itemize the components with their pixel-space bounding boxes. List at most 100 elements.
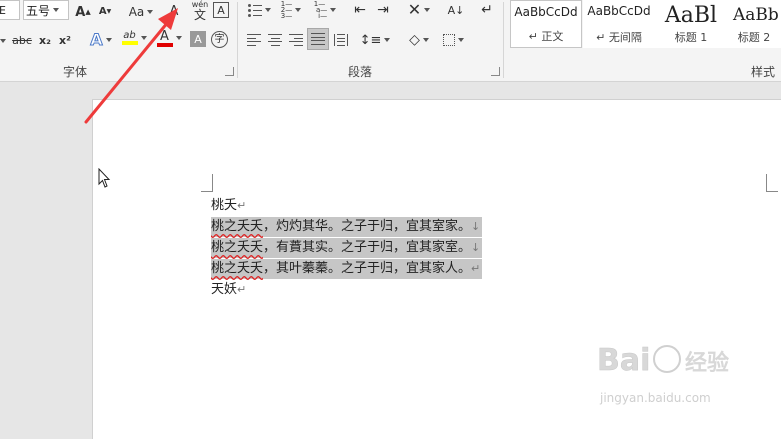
sort-icon: A↓ bbox=[447, 3, 465, 17]
document-line[interactable]: 桃之夭夭，灼灼其华。之子于归，宜其室家。↓ bbox=[211, 217, 483, 237]
superscript-label: x² bbox=[59, 33, 71, 47]
distributed-button[interactable] bbox=[331, 30, 351, 50]
paragraph-mark-icon: ↵ bbox=[237, 199, 247, 212]
align-right-button[interactable] bbox=[286, 30, 306, 50]
align-left-button[interactable] bbox=[244, 30, 264, 50]
font-size-combo[interactable]: 五号 bbox=[23, 0, 69, 20]
decrease-indent-icon: ⇤ bbox=[354, 2, 366, 18]
margin-corner-right bbox=[766, 174, 778, 192]
style-no-spacing[interactable]: AaBbCcDd ↵ 无间隔 bbox=[583, 0, 655, 48]
clear-formatting-icon: A bbox=[169, 3, 179, 19]
line-text: ，有蕡其实。之子于归，宜其家室。 bbox=[263, 240, 472, 255]
paragraph-mark-icon: ↵ bbox=[481, 2, 493, 18]
font-color-icon: A bbox=[160, 28, 169, 44]
enclose-characters-button[interactable]: 字 bbox=[211, 31, 228, 48]
paragraph-mark-icon: ↓ bbox=[471, 241, 481, 254]
align-left-icon bbox=[247, 34, 261, 46]
superscript-button[interactable]: x² bbox=[56, 30, 74, 50]
style-heading-2[interactable]: AaBb 标题 2 bbox=[727, 0, 781, 48]
style-heading-1[interactable]: AaBl 标题 1 bbox=[655, 0, 727, 48]
line-text: 桃之夭夭 bbox=[211, 240, 264, 255]
style-no-spacing-name: ↵ 无间隔 bbox=[596, 31, 642, 44]
phonetic-guide-button[interactable]: wén 文 bbox=[190, 0, 210, 22]
ribbon-separator bbox=[237, 2, 238, 78]
strikethrough-button[interactable]: abc bbox=[10, 30, 34, 50]
baidu-logo-icon: Bai 经验 jingyan.baidu.com bbox=[597, 343, 729, 405]
align-center-button[interactable] bbox=[265, 30, 285, 50]
subscript-button[interactable]: x₂ bbox=[36, 30, 54, 50]
paragraph-mark-icon: ↵ bbox=[471, 262, 481, 275]
asian-layout-button[interactable]: ✕ bbox=[402, 0, 436, 20]
change-case-button[interactable]: Aa bbox=[124, 2, 158, 22]
show-marks-button[interactable]: ↵ bbox=[478, 0, 496, 20]
mouse-cursor-icon bbox=[98, 168, 111, 188]
style-normal-name: ↵ 正文 bbox=[528, 30, 564, 43]
justify-button[interactable] bbox=[307, 28, 329, 50]
line-spacing-button[interactable]: ↕≡ bbox=[360, 30, 390, 50]
font-more-dropdown[interactable] bbox=[0, 31, 8, 51]
document-line[interactable]: 桃之夭夭，有蕡其实。之子于归，宜其家室。↓ bbox=[211, 238, 483, 258]
decrease-indent-button[interactable]: ⇤ bbox=[350, 0, 370, 20]
subscript-label: x₂ bbox=[39, 33, 51, 47]
multilevel-list-button[interactable]: 1— a— i— bbox=[310, 0, 340, 20]
line-text: 桃之夭夭 bbox=[211, 261, 264, 276]
paragraph-mark-icon: ↓ bbox=[471, 220, 481, 233]
watermark-brand: Bai bbox=[597, 343, 650, 378]
ribbon-separator bbox=[503, 2, 504, 78]
line-spacing-icon: ↕≡ bbox=[359, 32, 382, 48]
watermark-url: jingyan.baidu.com bbox=[599, 391, 711, 405]
font-dialog-launcher[interactable] bbox=[225, 67, 234, 76]
increase-indent-button[interactable]: ⇥ bbox=[373, 0, 393, 20]
shading-button[interactable]: ◇ bbox=[403, 30, 435, 50]
line-text: 桃夭 bbox=[211, 198, 238, 213]
style-heading-1-sample: AaBl bbox=[664, 4, 718, 28]
strikethrough-label: abc bbox=[12, 33, 32, 47]
distributed-icon bbox=[334, 34, 348, 46]
highlight-color-button[interactable]: ab bbox=[119, 28, 149, 48]
document-line[interactable]: 桃之夭夭，其叶蓁蓁。之子于归，宜其家人。↵ bbox=[211, 259, 483, 279]
style-heading-1-name: 标题 1 bbox=[674, 31, 708, 44]
font-group-label: 字体 bbox=[63, 65, 88, 79]
highlight-swatch bbox=[121, 41, 138, 45]
style-normal[interactable]: AaBbCcDd ↵ 正文 bbox=[510, 0, 582, 48]
numbering-icon: 1— 2— 3— bbox=[280, 0, 293, 20]
character-shading-button[interactable]: A bbox=[190, 31, 206, 47]
style-normal-sample: AaBbCcDd bbox=[514, 5, 578, 19]
paragraph-group-label: 段落 bbox=[348, 65, 373, 79]
increase-indent-icon: ⇥ bbox=[377, 2, 389, 18]
borders-button[interactable] bbox=[438, 30, 468, 50]
highlight-icon: ab bbox=[123, 30, 136, 41]
font-color-button[interactable]: A bbox=[154, 28, 184, 48]
text-effects-button[interactable]: A bbox=[86, 30, 116, 50]
document-line[interactable]: 桃夭↵ bbox=[211, 196, 246, 216]
style-heading-2-sample: AaBb bbox=[733, 5, 779, 25]
style-heading-2-name: 标题 2 bbox=[737, 31, 771, 44]
asian-layout-icon: ✕ bbox=[407, 0, 422, 19]
numbering-button[interactable]: 1— 2— 3— bbox=[276, 0, 306, 20]
line-text: ，其叶蓁蓁。之子于归，宜其家人。 bbox=[263, 261, 472, 276]
font-size-value: 五号 bbox=[26, 3, 51, 18]
line-text: 桃之夭夭 bbox=[211, 219, 264, 234]
paragraph-dialog-launcher[interactable] bbox=[491, 67, 500, 76]
clear-formatting-button[interactable]: A bbox=[165, 1, 183, 21]
watermark: Bai 经验 jingyan.baidu.com bbox=[597, 332, 757, 412]
shrink-font-button[interactable]: A ▼ bbox=[96, 2, 114, 22]
font-name-combo[interactable]: E bbox=[0, 0, 20, 20]
bullets-button[interactable] bbox=[244, 0, 274, 20]
character-shading-icon: A bbox=[194, 32, 202, 46]
style-no-spacing-sample: AaBbCcDd bbox=[587, 4, 651, 18]
character-border-button[interactable]: A bbox=[213, 2, 229, 18]
sort-button[interactable]: A↓ bbox=[446, 0, 466, 20]
line-text: ，灼灼其华。之子于归，宜其室家。 bbox=[263, 219, 472, 234]
align-center-icon bbox=[268, 34, 282, 46]
watermark-brand-cn: 经验 bbox=[685, 350, 729, 376]
change-case-label: Aa bbox=[128, 5, 145, 19]
paragraph-mark-icon: ↵ bbox=[237, 283, 247, 296]
enclose-characters-icon: 字 bbox=[214, 33, 225, 45]
text-effects-icon: A bbox=[90, 30, 103, 49]
margin-corner-left bbox=[201, 174, 213, 192]
ribbon: E 五号 A ▲ A ▼ Aa A wén 文 A abc x₂ x² A ab A bbox=[0, 0, 781, 82]
character-border-icon: A bbox=[217, 3, 225, 17]
grow-font-button[interactable]: A ▲ bbox=[74, 2, 92, 22]
document-line[interactable]: 天妖↵ bbox=[211, 280, 246, 300]
